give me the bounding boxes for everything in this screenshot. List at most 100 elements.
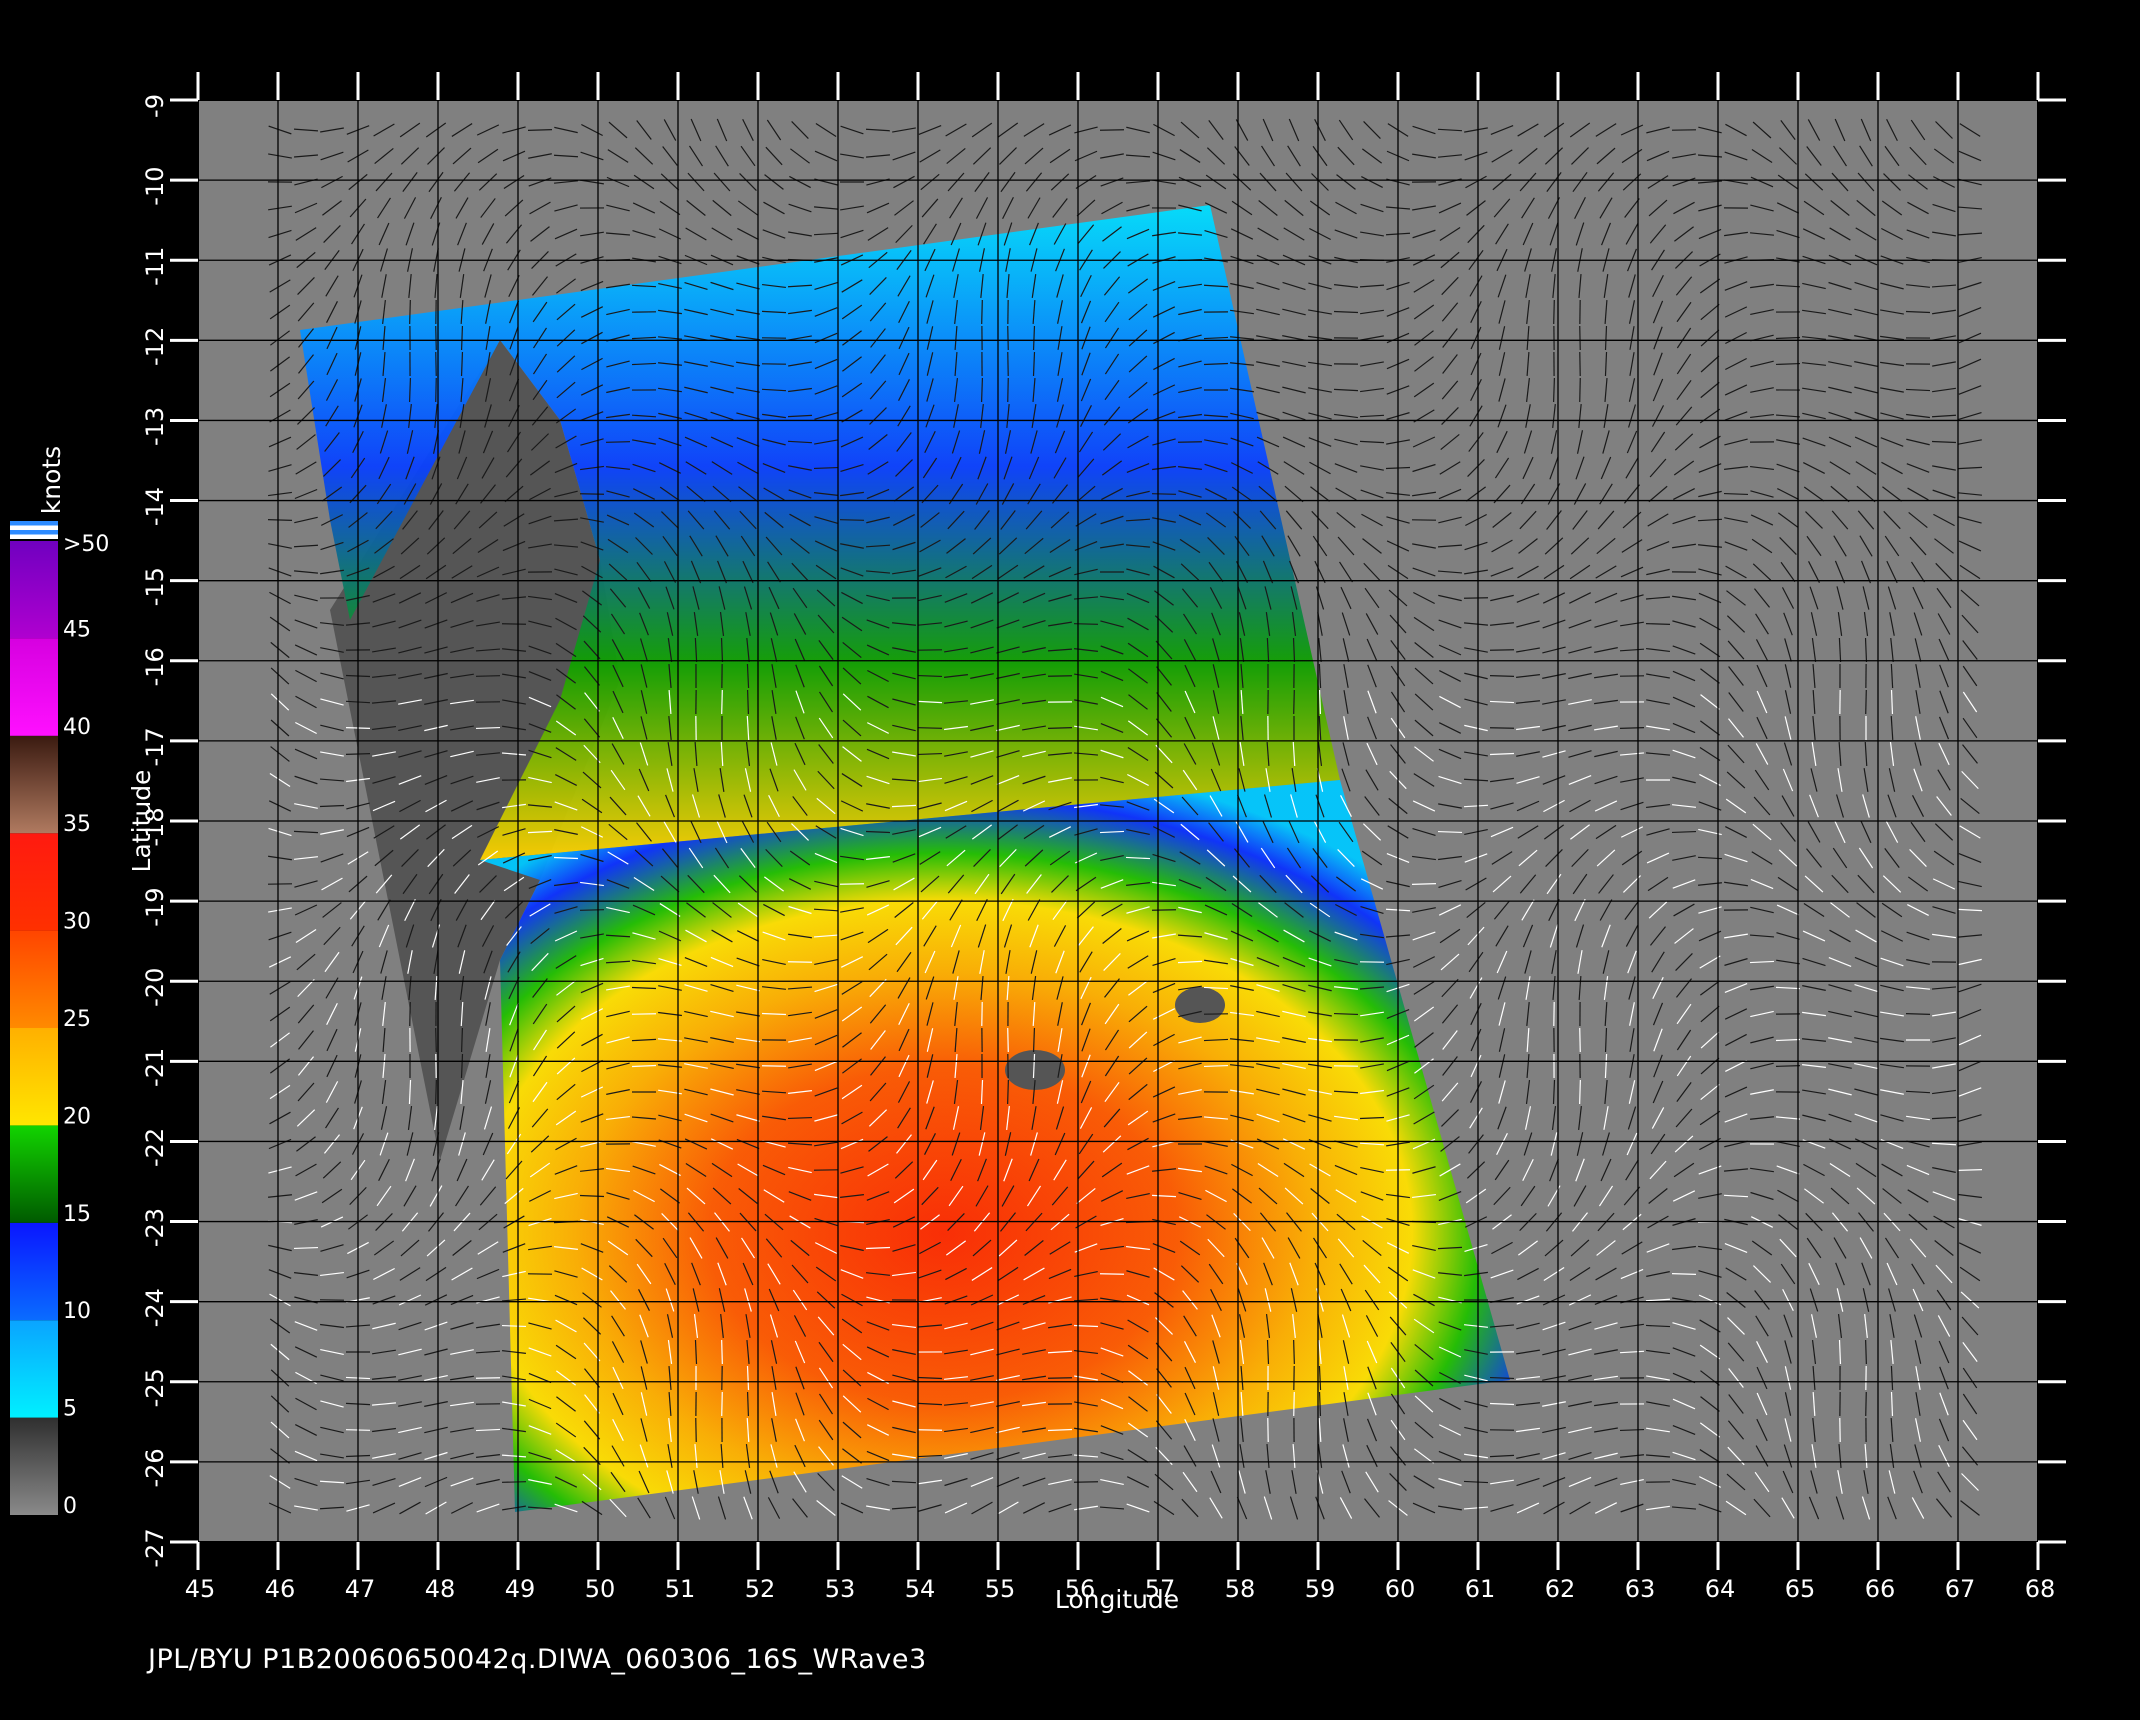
wind-barb: [1865, 1391, 1867, 1417]
wind-barb: [527, 129, 553, 131]
wind-barb: [917, 727, 943, 729]
x-tick-label: 68: [2025, 1575, 2056, 1603]
wind-barb: [1579, 1027, 1581, 1053]
wind-barb: [579, 909, 605, 911]
wind-barb: [1293, 1339, 1295, 1365]
x-tick-label: 45: [185, 1575, 216, 1603]
x-tick-label: 59: [1305, 1575, 1336, 1603]
wind-barb: [1723, 492, 1749, 496]
x-tick-label: 50: [585, 1575, 616, 1603]
colorbar-band: [10, 1028, 58, 1126]
x-tick-label: 55: [985, 1575, 1016, 1603]
wind-barb: [1579, 1079, 1581, 1105]
colorbar-label: 40: [63, 715, 91, 740]
wind-barb: [1579, 377, 1581, 403]
y-axis-title: Latitude: [127, 770, 156, 873]
wind-barb: [1437, 830, 1463, 834]
x-tick-label: 48: [425, 1575, 456, 1603]
wind-barb: [435, 1027, 437, 1053]
wind-barb: [1047, 675, 1073, 677]
wind-barb: [1775, 1065, 1801, 1067]
y-tick-label: -20: [141, 968, 169, 1007]
wind-barb: [1293, 1391, 1295, 1417]
wind-barb: [1099, 129, 1125, 131]
wind-barb: [1645, 623, 1671, 625]
colorbar-units: knots: [37, 446, 66, 514]
wind-barb: [1553, 377, 1555, 403]
wind-barb: [721, 1339, 723, 1365]
wind-barb: [1619, 1428, 1645, 1432]
y-tick-label: -24: [141, 1288, 169, 1327]
wind-map-figure: 45 46 47 48 49 50 51 52 53 54 55 56 57 58 59 60 61 62 63 64…: [10, 72, 2066, 1614]
y-tick-label: -14: [141, 487, 169, 526]
colorbar-top-stripe: [10, 534, 58, 539]
y-tick-label: -11: [141, 247, 169, 286]
x-tick-label: 67: [1945, 1575, 1976, 1603]
wind-barb: [605, 441, 631, 443]
colorbar-label: 15: [63, 1202, 91, 1227]
wind-barb: [1619, 727, 1645, 729]
wind-barb: [267, 519, 293, 521]
y-tick-label: -22: [141, 1128, 169, 1167]
x-tick-label: 52: [745, 1575, 776, 1603]
wind-barb: [1865, 689, 1867, 715]
wind-barb: [409, 299, 411, 325]
wind-barb: [1007, 377, 1009, 403]
wind-barb: [1007, 1027, 1009, 1053]
colorbar-top-stripe: [10, 530, 58, 535]
x-tick-label: 47: [345, 1575, 376, 1603]
colorbar-label: 25: [63, 1007, 91, 1032]
y-tick-label: -21: [141, 1048, 169, 1087]
colorbar-label: 5: [63, 1397, 77, 1422]
wind-barb: [475, 675, 501, 677]
colorbar-label: 20: [63, 1104, 91, 1129]
wind-barb: [1047, 726, 1073, 730]
y-tick-label: -27: [141, 1528, 169, 1567]
wind-barb: [761, 1065, 787, 1067]
colorbar-label: 35: [63, 812, 91, 837]
wind-barb: [501, 1324, 527, 1328]
x-tick-label: 54: [905, 1575, 936, 1603]
colorbar-band: [10, 735, 58, 834]
y-tick-label: -12: [141, 327, 169, 366]
wind-barb: [1411, 883, 1437, 885]
x-tick-label: 60: [1385, 1575, 1416, 1603]
x-tick-label: 66: [1865, 1575, 1896, 1603]
y-tick-label: -19: [141, 888, 169, 927]
wind-barb: [1007, 1079, 1009, 1105]
colorbar-label: >50: [63, 532, 109, 557]
figure-caption: JPL/BYU P1B20060650042q.DIWA_060306_16S_…: [148, 1644, 927, 1675]
wind-barb: [1007, 325, 1009, 351]
x-tick-label: 61: [1465, 1575, 1496, 1603]
colorbar-band: [10, 833, 58, 931]
wind-barb: [501, 1481, 527, 1483]
wind-barb: [839, 883, 865, 885]
wind-barb: [631, 1013, 657, 1015]
wind-barb: [460, 325, 464, 351]
x-tick-label: 58: [1225, 1575, 1256, 1603]
y-tick-label: -16: [141, 647, 169, 686]
x-tick-label: 63: [1625, 1575, 1656, 1603]
y-tick-label: -23: [141, 1208, 169, 1247]
wind-barb: [435, 377, 437, 403]
colorbar-top-stripe: [10, 525, 58, 530]
wind-barb: [435, 325, 437, 351]
colorbar-band: [10, 930, 58, 1028]
y-tick-label: -9: [141, 94, 169, 118]
x-tick-label: 49: [505, 1575, 536, 1603]
wind-barb: [980, 377, 984, 403]
wind-barb: [917, 752, 943, 756]
wind-barb: [475, 1377, 501, 1379]
wind-barb: [461, 1027, 463, 1053]
x-tick-label: 64: [1705, 1575, 1736, 1603]
y-tick-label: -15: [141, 567, 169, 606]
wind-barb: [787, 961, 813, 963]
y-tick-label: -10: [141, 167, 169, 206]
wind-barb: [1151, 493, 1177, 495]
colorbar-band: [10, 1417, 58, 1515]
wind-barb: [1553, 299, 1555, 325]
wind-barb: [1293, 689, 1295, 715]
wind-barb: [721, 689, 723, 715]
colorbar-label: 10: [63, 1299, 91, 1324]
colorbar-band: [10, 541, 58, 639]
